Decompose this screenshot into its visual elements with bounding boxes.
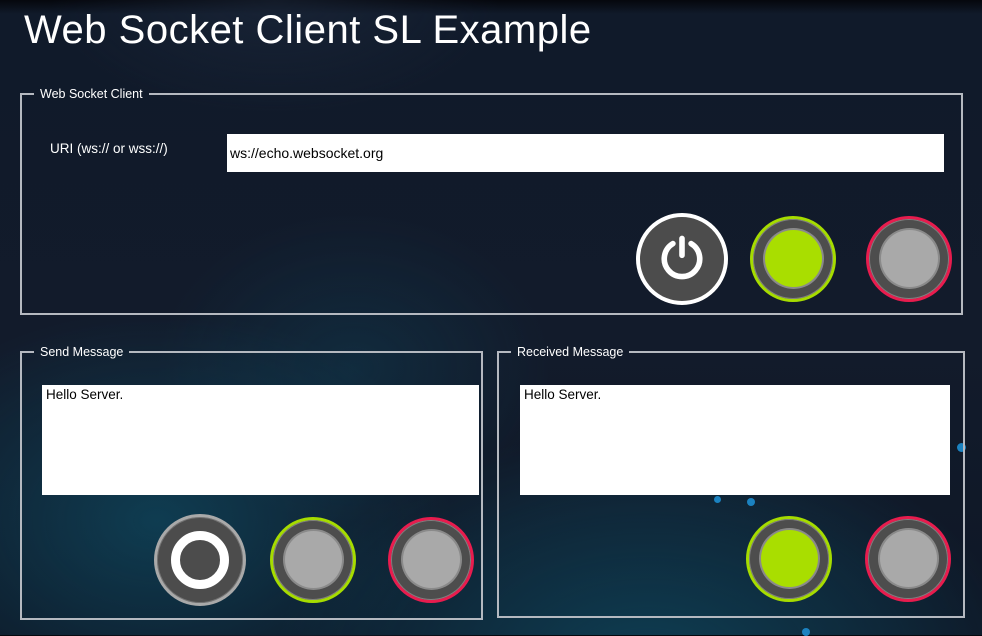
connect-error-led-center <box>881 230 938 287</box>
send-message-textarea[interactable]: Hello Server. <box>42 385 479 495</box>
received-led-center <box>761 530 818 587</box>
received-message-panel: Received Message Hello Server. <box>497 346 965 618</box>
sent-led <box>270 517 356 603</box>
sent-led-center <box>285 531 342 588</box>
connected-led <box>750 216 836 302</box>
uri-label: URI (ws:// or wss://) <box>50 141 168 156</box>
connect-button[interactable] <box>636 213 728 305</box>
app-window: { "title": "Web Socket Client SL Example… <box>0 0 982 635</box>
send-message-panel: Send Message Hello Server. <box>20 346 483 620</box>
received-message-legend: Received Message <box>511 346 629 359</box>
circle-ring-icon <box>171 531 229 589</box>
page-title: Web Socket Client SL Example <box>24 8 592 53</box>
power-icon <box>654 231 710 287</box>
receive-error-led-center <box>880 530 937 587</box>
received-message-textarea[interactable]: Hello Server. <box>520 385 950 495</box>
websocket-client-panel: Web Socket Client URI (ws:// or wss://) <box>20 88 963 315</box>
receive-error-led <box>865 516 951 602</box>
connect-error-led <box>866 216 952 302</box>
websocket-client-legend: Web Socket Client <box>34 88 149 101</box>
send-error-led-center <box>403 531 460 588</box>
send-message-legend: Send Message <box>34 346 129 359</box>
uri-input[interactable] <box>227 134 944 172</box>
received-led <box>746 516 832 602</box>
connected-led-center <box>765 230 822 287</box>
send-button[interactable] <box>154 514 246 606</box>
send-error-led <box>388 517 474 603</box>
